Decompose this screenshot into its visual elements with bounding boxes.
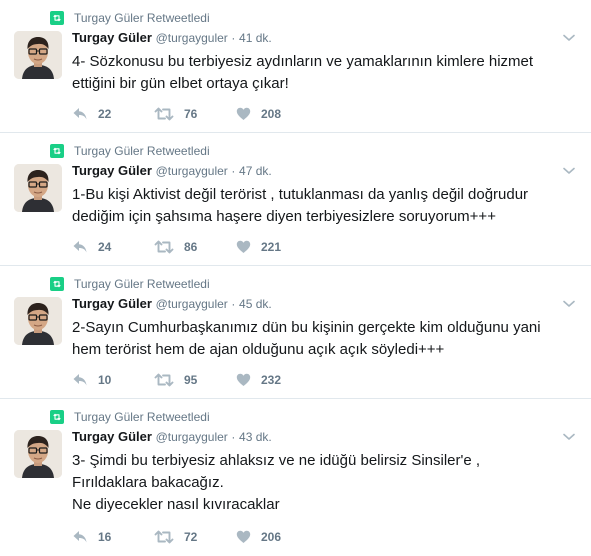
chevron-down-icon[interactable] (561, 163, 577, 179)
tweet-actions: 16 72 206 (72, 530, 318, 544)
tweet-content: Turgay Güler @turgayguler · 45 dk. 2-Say… (72, 295, 561, 361)
retweet-count: 86 (184, 240, 198, 254)
like-button[interactable]: 221 (236, 240, 318, 254)
tweet-content: Turgay Güler @turgayguler · 43 dk. 3- Şi… (72, 428, 561, 516)
reply-count: 24 (98, 240, 112, 254)
retweet-badge-icon (50, 11, 64, 25)
reply-icon (72, 107, 88, 121)
retweet-context: Turgay Güler Retweetledi (50, 143, 210, 159)
retweet-context: Turgay Güler Retweetledi (50, 276, 210, 292)
retweet-context-label: Turgay Güler Retweetledi (74, 144, 210, 158)
like-count: 208 (261, 107, 282, 121)
tweet[interactable]: Turgay Güler Retweetledi Turgay Güler @t… (0, 266, 591, 399)
retweet-icon (154, 530, 174, 544)
retweet-context-label: Turgay Güler Retweetledi (74, 410, 210, 424)
reply-count: 16 (98, 530, 112, 544)
avatar[interactable] (14, 430, 62, 478)
reply-count: 10 (98, 373, 112, 387)
retweet-badge-icon (50, 410, 64, 424)
reply-button[interactable]: 16 (72, 530, 154, 544)
reply-icon (72, 240, 88, 254)
like-button[interactable]: 206 (236, 530, 318, 544)
author-handle[interactable]: @turgayguler (156, 164, 228, 178)
reply-button[interactable]: 24 (72, 240, 154, 254)
author-handle[interactable]: @turgayguler (156, 430, 228, 444)
tweet-actions: 22 76 208 (72, 107, 318, 121)
tweet-content: Turgay Güler @turgayguler · 41 dk. 4- Sö… (72, 29, 561, 95)
tweet-timestamp[interactable]: 45 dk. (239, 297, 272, 311)
avatar[interactable] (14, 297, 62, 345)
tweet-timeline: Turgay Güler Retweetledi Turgay Güler @t… (0, 0, 591, 555)
reply-icon (72, 530, 88, 544)
retweet-button[interactable]: 72 (154, 530, 236, 544)
tweet-text: 4- Sözkonusu bu terbiyesiz aydınların ve… (72, 53, 534, 92)
tweet-text: 3- Şimdi bu terbiyesiz ahlaksız ve ne id… (72, 452, 481, 513)
tweet-actions: 10 95 232 (72, 373, 318, 387)
tweet-content: Turgay Güler @turgayguler · 47 dk. 1-Bu … (72, 162, 561, 228)
separator-dot: · (231, 31, 236, 45)
separator-dot: · (231, 430, 236, 444)
author-name[interactable]: Turgay Güler (72, 429, 152, 444)
author-handle[interactable]: @turgayguler (156, 31, 228, 45)
retweet-badge-icon (50, 277, 64, 291)
like-button[interactable]: 208 (236, 107, 318, 121)
tweet-text: 1-Bu kişi Aktivist değil terörist , tutu… (72, 186, 529, 225)
heart-icon (236, 240, 251, 254)
retweet-count: 95 (184, 373, 198, 387)
tweet[interactable]: Turgay Güler Retweetledi Turgay Güler @t… (0, 133, 591, 266)
retweet-icon (154, 107, 174, 121)
author-name[interactable]: Turgay Güler (72, 296, 152, 311)
retweet-count: 76 (184, 107, 198, 121)
retweet-context-label: Turgay Güler Retweetledi (74, 11, 210, 25)
chevron-down-icon[interactable] (561, 296, 577, 312)
separator-dot: · (231, 297, 236, 311)
like-count: 221 (261, 240, 282, 254)
tweet[interactable]: Turgay Güler Retweetledi Turgay Güler @t… (0, 0, 591, 133)
avatar[interactable] (14, 164, 62, 212)
chevron-down-icon[interactable] (561, 429, 577, 445)
retweet-icon (154, 373, 174, 387)
retweet-badge-icon (50, 144, 64, 158)
like-count: 206 (261, 530, 282, 544)
tweet-header: Turgay Güler @turgayguler · 41 dk. (72, 29, 561, 47)
like-button[interactable]: 232 (236, 373, 318, 387)
tweet-header: Turgay Güler @turgayguler · 47 dk. (72, 162, 561, 180)
tweet-header: Turgay Güler @turgayguler · 43 dk. (72, 428, 561, 446)
reply-icon (72, 373, 88, 387)
tweet-timestamp[interactable]: 43 dk. (239, 430, 272, 444)
retweet-context: Turgay Güler Retweetledi (50, 409, 210, 425)
author-name[interactable]: Turgay Güler (72, 30, 152, 45)
tweet-actions: 24 86 221 (72, 240, 318, 254)
heart-icon (236, 107, 251, 121)
tweet-text: 2-Sayın Cumhurbaşkanımız dün bu kişinin … (72, 319, 541, 358)
retweet-button[interactable]: 76 (154, 107, 236, 121)
author-name[interactable]: Turgay Güler (72, 163, 152, 178)
heart-icon (236, 373, 251, 387)
tweet[interactable]: Turgay Güler Retweetledi Turgay Güler @t… (0, 399, 591, 555)
avatar[interactable] (14, 31, 62, 79)
reply-button[interactable]: 22 (72, 107, 154, 121)
author-handle[interactable]: @turgayguler (156, 297, 228, 311)
heart-icon (236, 530, 251, 544)
reply-button[interactable]: 10 (72, 373, 154, 387)
like-count: 232 (261, 373, 282, 387)
separator-dot: · (231, 164, 236, 178)
tweet-timestamp[interactable]: 41 dk. (239, 31, 272, 45)
reply-count: 22 (98, 107, 112, 121)
retweet-button[interactable]: 95 (154, 373, 236, 387)
retweet-context: Turgay Güler Retweetledi (50, 10, 210, 26)
tweet-header: Turgay Güler @turgayguler · 45 dk. (72, 295, 561, 313)
retweet-icon (154, 240, 174, 254)
retweet-count: 72 (184, 530, 198, 544)
retweet-context-label: Turgay Güler Retweetledi (74, 277, 210, 291)
retweet-button[interactable]: 86 (154, 240, 236, 254)
chevron-down-icon[interactable] (561, 30, 577, 46)
tweet-timestamp[interactable]: 47 dk. (239, 164, 272, 178)
